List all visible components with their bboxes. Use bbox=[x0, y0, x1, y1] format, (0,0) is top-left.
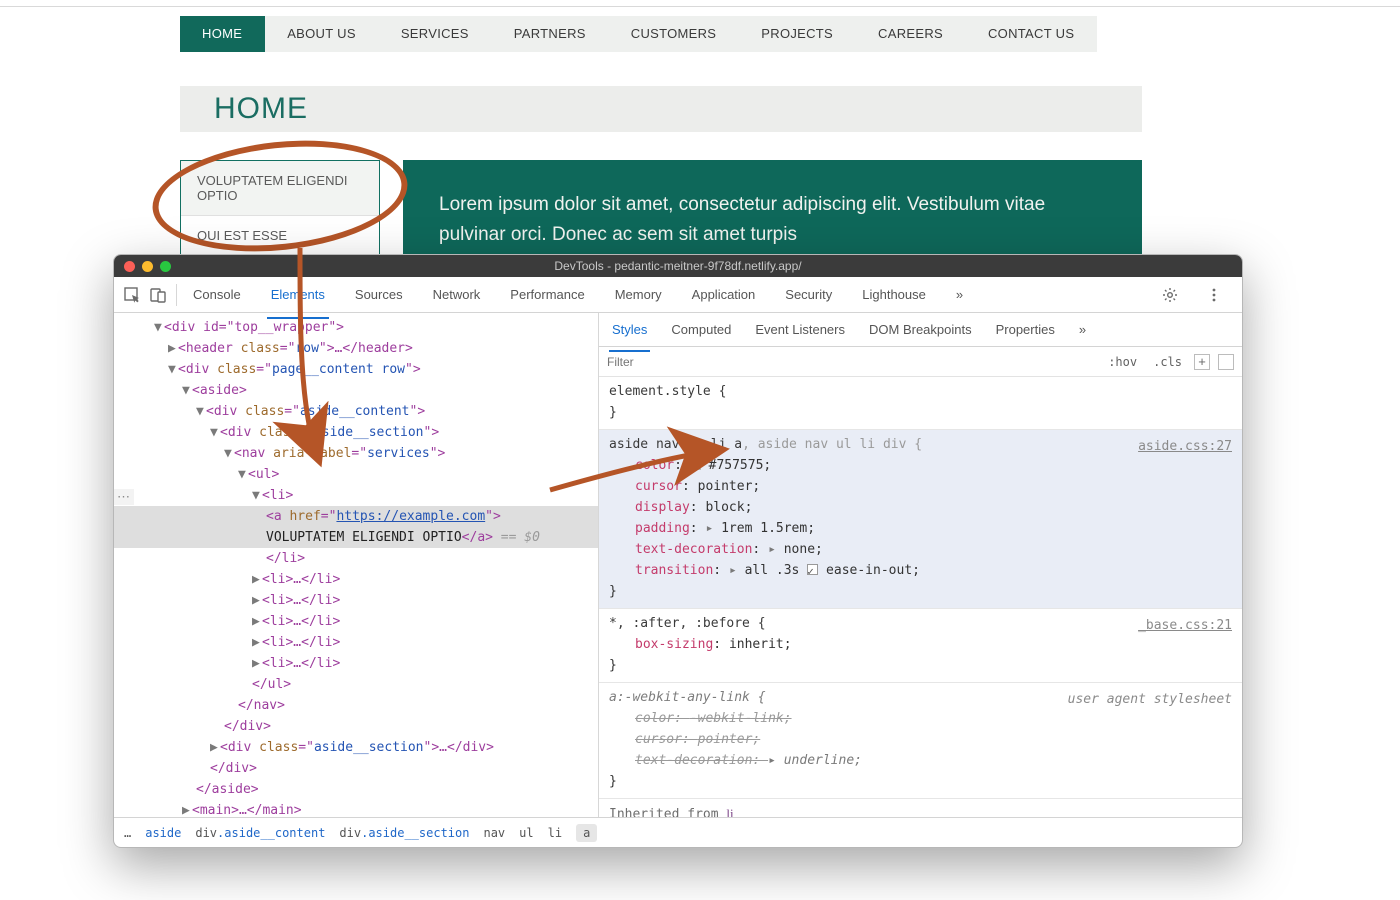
nav-item-partners[interactable]: PARTNERS bbox=[492, 16, 609, 52]
subtab-properties[interactable]: Properties bbox=[995, 315, 1056, 344]
nav-item-customers[interactable]: CUSTOMERS bbox=[609, 16, 740, 52]
tab-sources[interactable]: Sources bbox=[353, 279, 405, 310]
rule-aside-a[interactable]: aside.css:27 aside nav ul li a, aside na… bbox=[599, 430, 1242, 609]
nav-item-contact[interactable]: CONTACT US bbox=[966, 16, 1097, 52]
tab-console[interactable]: Console bbox=[191, 279, 243, 310]
tab-overflow-icon[interactable]: » bbox=[954, 279, 965, 310]
hero-text: Lorem ipsum dolor sit amet, consectetur … bbox=[439, 194, 1045, 245]
tab-performance[interactable]: Performance bbox=[508, 279, 586, 310]
tab-security[interactable]: Security bbox=[783, 279, 834, 310]
rule-element-style[interactable]: element.style { } bbox=[599, 377, 1242, 430]
inspect-icon[interactable] bbox=[124, 287, 140, 303]
rule-base[interactable]: _base.css:21 *, :after, :before { box-si… bbox=[599, 609, 1242, 683]
inherited-from: Inherited from li bbox=[599, 799, 1242, 817]
page-title-bar: HOME bbox=[180, 86, 1142, 132]
subtab-overflow-icon[interactable]: » bbox=[1078, 315, 1087, 344]
easing-swatch-icon[interactable] bbox=[807, 564, 818, 575]
rule-ua-anylink[interactable]: user agent stylesheet a:-webkit-any-link… bbox=[599, 683, 1242, 799]
nav-item-home[interactable]: HOME bbox=[180, 16, 265, 52]
aside-item-1[interactable]: QUI EST ESSE bbox=[181, 216, 379, 256]
hov-toggle[interactable]: :hov bbox=[1104, 353, 1141, 371]
tab-elements[interactable]: Elements bbox=[269, 279, 327, 310]
subtab-dombreakpoints[interactable]: DOM Breakpoints bbox=[868, 315, 973, 344]
toggle-sidebar-icon[interactable] bbox=[1218, 354, 1234, 370]
dom-selected-li[interactable]: ▼<li> bbox=[114, 485, 598, 506]
new-rule-icon[interactable]: + bbox=[1194, 354, 1210, 370]
gear-icon[interactable] bbox=[1162, 287, 1178, 303]
tab-network[interactable]: Network bbox=[431, 279, 483, 310]
rule-source-link[interactable]: _base.css:21 bbox=[1138, 615, 1232, 636]
styles-subtabs: Styles Computed Event Listeners DOM Brea… bbox=[599, 313, 1242, 347]
subtab-styles[interactable]: Styles bbox=[611, 315, 648, 344]
dom-line[interactable]: <div id="top__wrapper"> bbox=[164, 320, 344, 335]
nav-item-services[interactable]: SERVICES bbox=[379, 16, 492, 52]
dom-gutter-dots: ⋯ bbox=[114, 489, 134, 505]
subtab-computed[interactable]: Computed bbox=[670, 315, 732, 344]
devtools-main-tabs: Console Elements Sources Network Perform… bbox=[191, 279, 1162, 310]
tab-application[interactable]: Application bbox=[690, 279, 758, 310]
styles-panel: Styles Computed Event Listeners DOM Brea… bbox=[599, 313, 1242, 817]
site-top-nav: HOME ABOUT US SERVICES PARTNERS CUSTOMER… bbox=[180, 16, 1097, 52]
devtools-titlebar: DevTools - pedantic-meitner-9f78df.netli… bbox=[114, 255, 1242, 277]
elements-panel[interactable]: ▼<div id="top__wrapper"> ▶<header class=… bbox=[114, 313, 599, 817]
subtab-eventlisteners[interactable]: Event Listeners bbox=[754, 315, 846, 344]
styles-filter-input[interactable] bbox=[607, 355, 1096, 369]
aside-item-0[interactable]: VOLUPTATEM ELIGENDI OPTIO bbox=[181, 161, 379, 216]
rule-source-link[interactable]: aside.css:27 bbox=[1138, 436, 1232, 457]
elements-breadcrumb[interactable]: … aside div.aside__content div.aside__se… bbox=[114, 817, 1242, 847]
kebab-icon[interactable] bbox=[1206, 287, 1222, 303]
breadcrumb-selected[interactable]: a bbox=[576, 824, 597, 842]
devtools-title: DevTools - pedantic-meitner-9f78df.netli… bbox=[114, 259, 1242, 273]
nav-item-projects[interactable]: PROJECTS bbox=[739, 16, 856, 52]
site-aside: VOLUPTATEM ELIGENDI OPTIO QUI EST ESSE bbox=[180, 160, 380, 257]
devtools-toolbar: Console Elements Sources Network Perform… bbox=[114, 277, 1242, 313]
page-title: HOME bbox=[214, 92, 308, 126]
dom-selected-a[interactable]: <a href="https://example.com"> bbox=[114, 506, 598, 527]
tab-memory[interactable]: Memory bbox=[613, 279, 664, 310]
cls-toggle[interactable]: .cls bbox=[1149, 353, 1186, 371]
nav-item-careers[interactable]: CAREERS bbox=[856, 16, 966, 52]
device-toggle-icon[interactable] bbox=[150, 287, 166, 303]
tab-lighthouse[interactable]: Lighthouse bbox=[860, 279, 928, 310]
devtools-window: DevTools - pedantic-meitner-9f78df.netli… bbox=[113, 254, 1243, 848]
nav-item-about[interactable]: ABOUT US bbox=[265, 16, 379, 52]
